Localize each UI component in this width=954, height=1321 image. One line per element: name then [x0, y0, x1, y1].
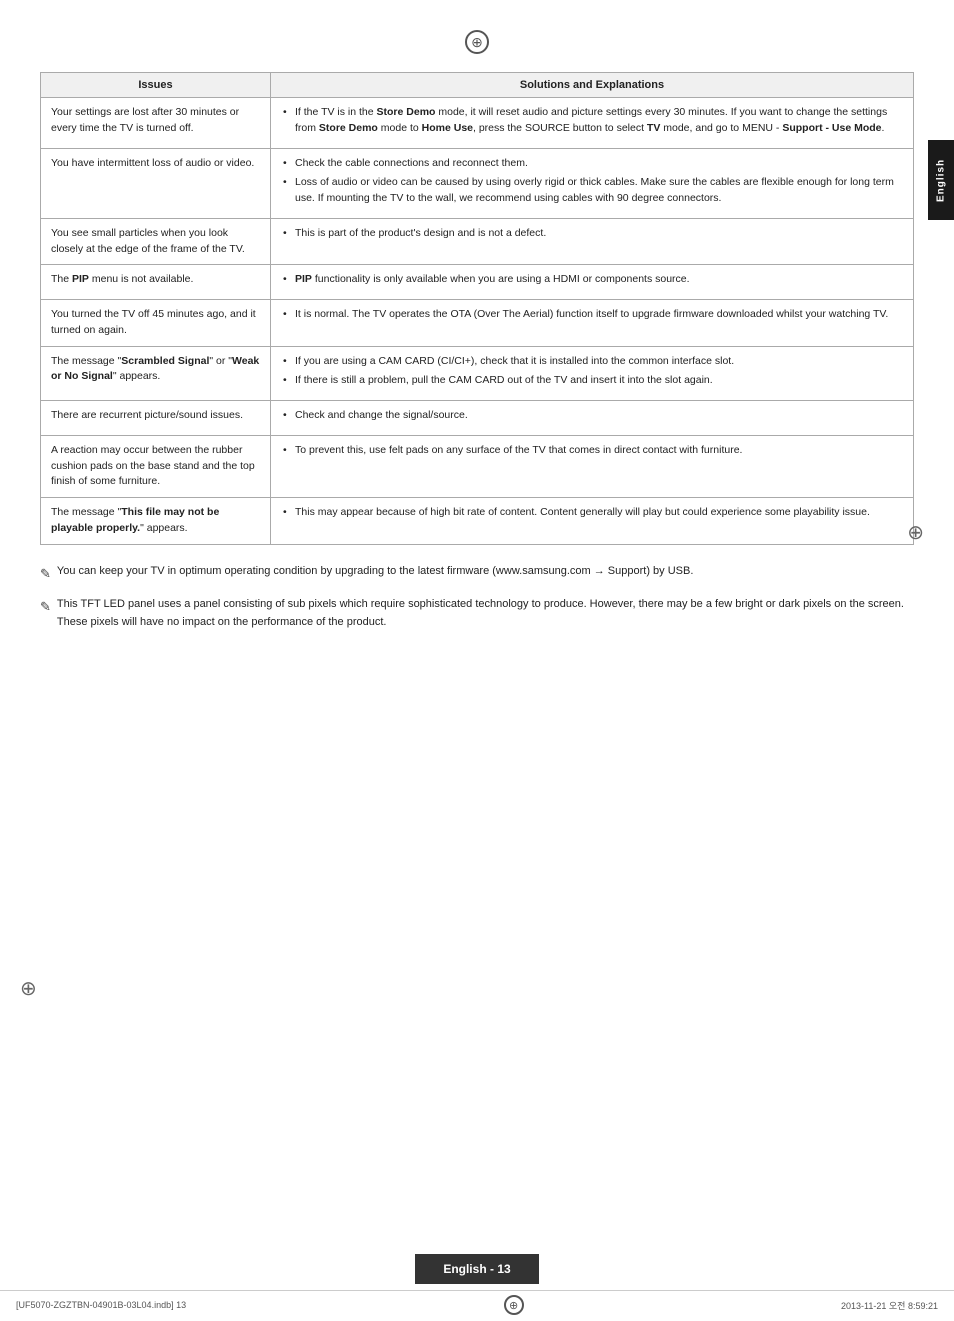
issue-cell: The PIP menu is not available.	[41, 265, 271, 300]
table-row: You turned the TV off 45 minutes ago, an…	[41, 300, 914, 347]
issue-cell: There are recurrent picture/sound issues…	[41, 401, 271, 436]
note-text-2: This TFT LED panel uses a panel consisti…	[57, 596, 914, 631]
table-row: Your settings are lost after 30 minutes …	[41, 98, 914, 149]
top-decoration: ⊕	[40, 30, 914, 54]
table-header-solutions: Solutions and Explanations	[271, 73, 914, 98]
page-number-badge: English - 13	[415, 1254, 538, 1284]
issue-cell: You turned the TV off 45 minutes ago, an…	[41, 300, 271, 347]
table-row: You have intermittent loss of audio or v…	[41, 148, 914, 218]
side-language-tab: English	[928, 140, 954, 220]
issue-cell: You have intermittent loss of audio or v…	[41, 148, 271, 218]
note-item-2: ✎ This TFT LED panel uses a panel consis…	[40, 596, 914, 631]
footer-date-info: 2013-11-21 오전 8:59:21	[841, 1299, 938, 1312]
table-row: There are recurrent picture/sound issues…	[41, 401, 914, 436]
solution-cell: Check and change the signal/source.	[271, 401, 914, 436]
solution-cell: This may appear because of high bit rate…	[271, 498, 914, 545]
issue-cell: The message "Scrambled Signal" or "Weak …	[41, 346, 271, 401]
footer-file-info: [UF5070-ZGZTBN-04901B-03L04.indb] 13	[16, 1300, 186, 1310]
solution-cell: If the TV is in the Store Demo mode, it …	[271, 98, 914, 149]
table-row: You see small particles when you look cl…	[41, 218, 914, 265]
solution-cell: Check the cable connections and reconnec…	[271, 148, 914, 218]
table-header-issues: Issues	[41, 73, 271, 98]
solution-cell: To prevent this, use felt pads on any su…	[271, 435, 914, 497]
issue-cell: A reaction may occur between the rubber …	[41, 435, 271, 497]
table-row: A reaction may occur between the rubber …	[41, 435, 914, 497]
issue-cell: The message "This file may not be playab…	[41, 498, 271, 545]
solution-cell: PIP functionality is only available when…	[271, 265, 914, 300]
issue-cell: You see small particles when you look cl…	[41, 218, 271, 265]
solution-cell: This is part of the product's design and…	[271, 218, 914, 265]
right-cross-icon: ⊕	[907, 520, 924, 545]
page-footer: English - 13 [UF5070-ZGZTBN-04901B-03L04…	[0, 1254, 954, 1321]
top-circle-icon: ⊕	[465, 30, 489, 54]
note-icon-1: ✎	[40, 564, 51, 585]
table-row: The PIP menu is not available. PIP funct…	[41, 265, 914, 300]
solution-cell: If you are using a CAM CARD (CI/CI+), ch…	[271, 346, 914, 401]
page-container: ⊕ English ⊕ Issues Solutions and Explana…	[0, 0, 954, 1321]
footer-center: ⊕	[504, 1295, 524, 1315]
troubleshooting-table: Issues Solutions and Explanations Your s…	[40, 72, 914, 545]
note-icon-2: ✎	[40, 597, 51, 618]
left-cross-icon: ⊕	[20, 976, 37, 1001]
note-item-1: ✎ You can keep your TV in optimum operat…	[40, 563, 914, 585]
footer-circle-icon: ⊕	[504, 1295, 524, 1315]
table-row: The message "This file may not be playab…	[41, 498, 914, 545]
solution-cell: It is normal. The TV operates the OTA (O…	[271, 300, 914, 347]
notes-section: ✎ You can keep your TV in optimum operat…	[40, 563, 914, 632]
table-row: The message "Scrambled Signal" or "Weak …	[41, 346, 914, 401]
footer-bar: [UF5070-ZGZTBN-04901B-03L04.indb] 13 ⊕ 2…	[0, 1290, 954, 1321]
note-text-1: You can keep your TV in optimum operatin…	[57, 563, 694, 581]
issue-cell: Your settings are lost after 30 minutes …	[41, 98, 271, 149]
